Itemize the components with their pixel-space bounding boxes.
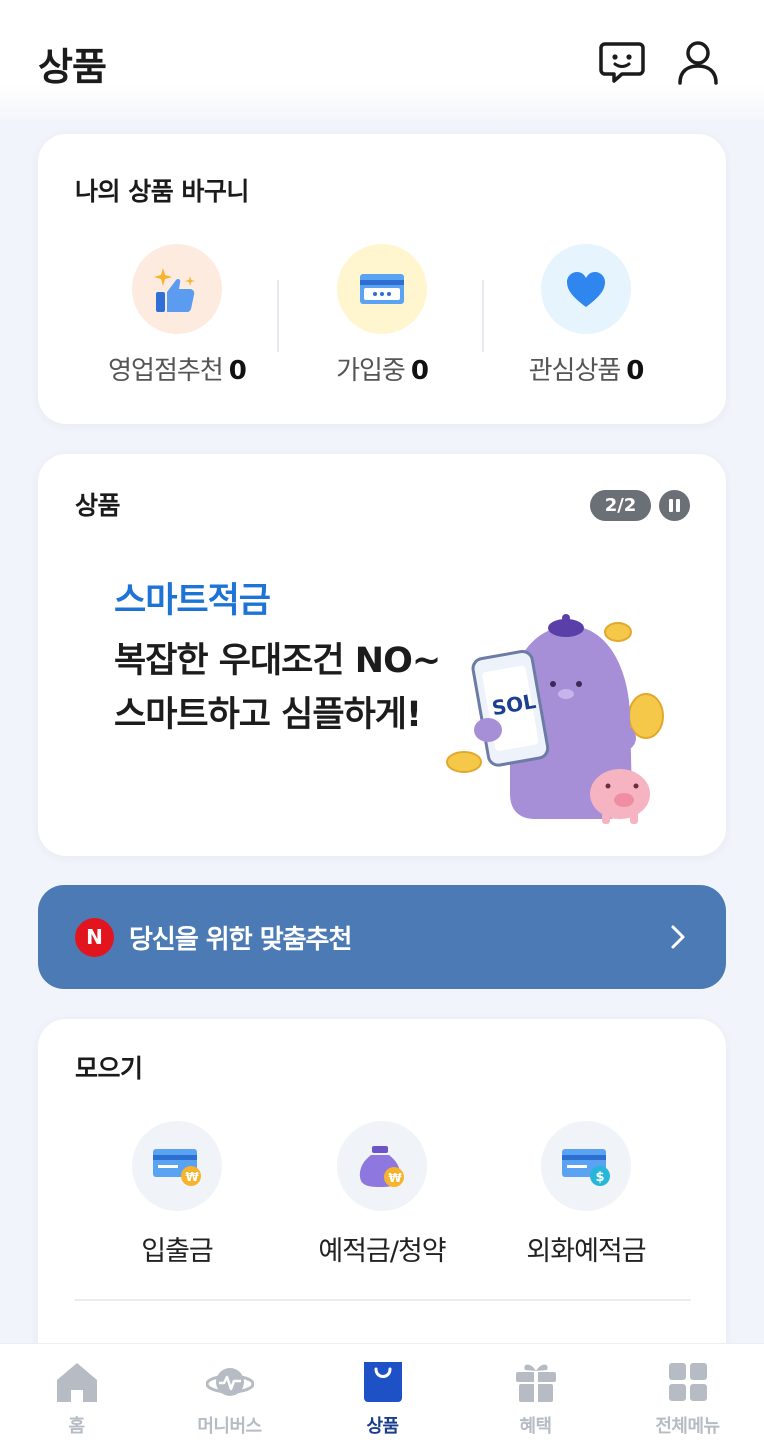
nav-home[interactable]: 홈 (0, 1358, 153, 1438)
top-bar: 상품 (0, 0, 764, 120)
banner-line-2: 스마트하고 심플하게! (114, 695, 422, 735)
card-icon (360, 274, 404, 304)
stat-label: 가입중 (336, 356, 406, 386)
save-item-label: 입출금 (141, 1236, 214, 1267)
stat-circle (337, 244, 427, 334)
dollar-card-icon: $ (562, 1149, 610, 1186)
page-indicator: 2/2 (590, 490, 651, 521)
gift-icon (515, 1364, 556, 1402)
basket-item-branch-recommend[interactable]: 영업점추천 0 (67, 244, 287, 387)
nav-label: 혜택 (519, 1416, 552, 1437)
product-basket-card: 나의 상품 바구니 영업점추천 0 가입중 0 관심상품 0 (38, 134, 726, 424)
save-circle: $ (541, 1121, 631, 1211)
product-banner-card[interactable]: 상품 2/2 스마트적금 복잡한 우대조건 NO~ 스마트하고 심플하게! SO… (38, 454, 726, 856)
bottom-navigation: 홈 머니버스 상품 혜택 전체메뉴 (0, 1343, 764, 1440)
stat-circle (132, 244, 222, 334)
divider (75, 1299, 691, 1301)
chevron-right-icon (671, 925, 685, 949)
basket-item-interest[interactable]: 관심상품 0 (476, 244, 696, 387)
stat-count: 0 (626, 356, 644, 386)
save-circle: ₩ (337, 1121, 427, 1211)
nav-benefits[interactable]: 혜택 (459, 1358, 612, 1438)
page-title: 상품 (38, 45, 107, 89)
nav-products[interactable]: 상품 (306, 1358, 459, 1438)
thumbs-up-icon (154, 268, 195, 312)
home-icon (56, 1363, 97, 1402)
shopping-bag-icon (363, 1362, 402, 1402)
product-section-title: 상품 (75, 491, 121, 520)
save-circle: ₩ (132, 1121, 222, 1211)
save-item-label: 외화예적금 (526, 1236, 646, 1267)
svg-text:₩: ₩ (389, 1171, 403, 1185)
money-bag-icon: ₩ (359, 1146, 404, 1187)
nav-label: 홈 (68, 1416, 85, 1437)
stat-count: 0 (410, 356, 429, 386)
heart-icon (567, 272, 605, 307)
save-item-savings[interactable]: ₩ 예적금/청약 (272, 1121, 492, 1268)
stat-count: 0 (228, 356, 247, 386)
planet-icon (205, 1368, 254, 1396)
mascot-illustration: SOL (446, 614, 664, 824)
basket-item-joined[interactable]: 가입중 0 (272, 244, 492, 387)
svg-text:₩: ₩ (186, 1170, 200, 1184)
nav-moneyverse[interactable]: 머니버스 (153, 1358, 306, 1438)
pause-button[interactable] (659, 490, 690, 521)
banner-subtitle: 스마트적금 (114, 581, 271, 621)
stat-circle (541, 244, 631, 334)
user-icon[interactable] (674, 38, 722, 86)
recommendation-text: 당신을 위한 맞춤추천 (129, 925, 352, 955)
stat-label: 영업점추천 (108, 356, 224, 386)
chat-bot-icon[interactable] (598, 38, 646, 86)
save-item-deposit-withdraw[interactable]: ₩ 입출금 (67, 1121, 287, 1268)
nav-all-menu[interactable]: 전체메뉴 (611, 1358, 764, 1438)
nav-label: 상품 (366, 1416, 399, 1437)
svg-text:$: $ (596, 1170, 605, 1185)
basket-title: 나의 상품 바구니 (75, 177, 249, 206)
recommendation-banner[interactable]: N 당신을 위한 맞춤추천 (38, 885, 726, 989)
won-card-icon: ₩ (153, 1149, 201, 1186)
nav-label: 전체메뉴 (655, 1416, 720, 1437)
banner-line-1: 복잡한 우대조건 NO~ (114, 641, 441, 681)
grid-icon (668, 1363, 707, 1401)
nav-label: 머니버스 (197, 1416, 262, 1437)
save-item-foreign-currency[interactable]: $ 외화예적금 (476, 1121, 696, 1268)
save-card: 모으기 ₩ 입출금 ₩ 예적금/청약 $ 외화예적금 (38, 1019, 726, 1379)
stat-label: 관심상품 (528, 356, 622, 386)
save-title: 모으기 (75, 1054, 143, 1083)
n-badge: N (75, 918, 114, 957)
save-item-label: 예적금/청약 (318, 1236, 446, 1267)
